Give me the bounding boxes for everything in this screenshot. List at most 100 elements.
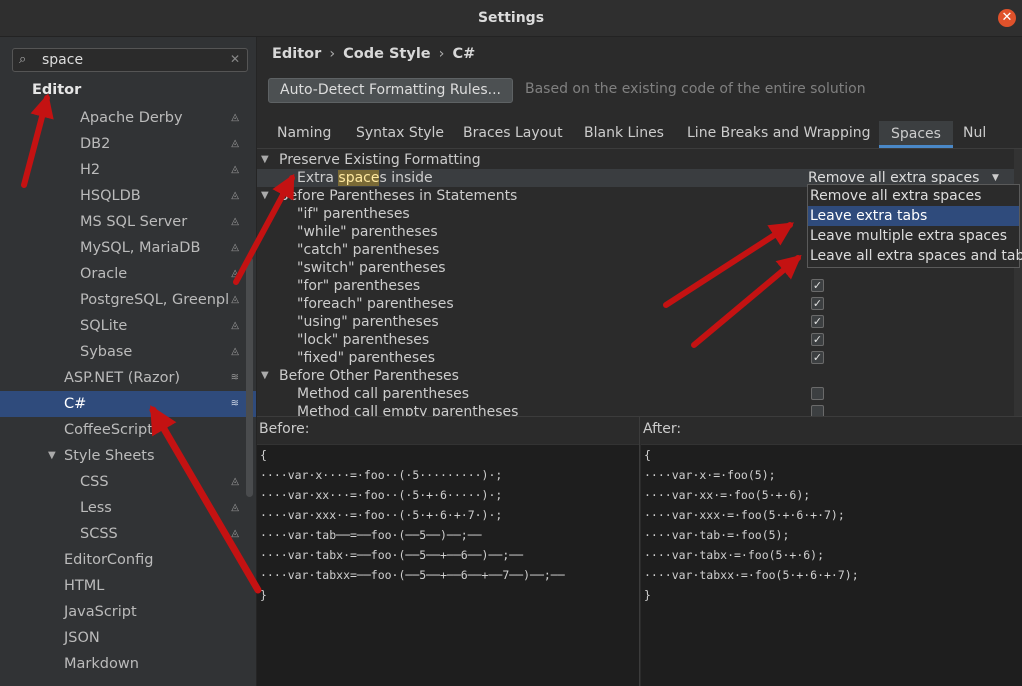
tab-line-breaks[interactable]: Line Breaks and Wrapping xyxy=(687,125,870,141)
breadcrumb-code-style: Code Style xyxy=(343,46,431,62)
checkbox[interactable] xyxy=(811,405,824,416)
tree-item-scss[interactable]: SCSS ◬ xyxy=(0,521,256,547)
tab-syntax-style[interactable]: Syntax Style xyxy=(356,125,444,141)
option-method-call-parentheses[interactable]: Method call parentheses xyxy=(257,385,1014,403)
code-line: ····var·xx···=·foo··(·5·+·6·····)·; xyxy=(260,488,503,502)
tab-naming[interactable]: Naming xyxy=(277,125,331,141)
scheme-icon: ◬ xyxy=(231,502,239,513)
tree-item-mysql[interactable]: MySQL, MariaDB ◬ xyxy=(0,235,256,261)
code-preview: Before: { ····var·x····=·foo··(·5·······… xyxy=(257,416,1022,686)
scheme-icon: ◬ xyxy=(231,190,239,201)
tree-item-javascript[interactable]: JavaScript xyxy=(0,599,256,625)
tree-item-sqlite[interactable]: SQLite ◬ xyxy=(0,313,256,339)
option-using-parentheses[interactable]: "using" parentheses ✓ xyxy=(257,313,1014,331)
dropdown-option-leave-all[interactable]: Leave all extra spaces and tabs xyxy=(808,246,1022,266)
dropdown-option-remove-all[interactable]: Remove all extra spaces xyxy=(808,186,1019,206)
group-preserve-formatting[interactable]: ▼ Preserve Existing Formatting xyxy=(257,151,1014,169)
tree-item-json[interactable]: JSON xyxy=(0,625,256,651)
close-icon[interactable]: ✕ xyxy=(998,9,1016,27)
chevron-down-icon[interactable]: ▼ xyxy=(48,443,56,469)
chevron-down-icon[interactable]: ▼ xyxy=(261,151,269,169)
tab-braces-layout[interactable]: Braces Layout xyxy=(463,125,563,141)
option-method-call-empty-parentheses[interactable]: Method call empty parentheses xyxy=(257,403,1014,416)
layers-icon: ≋ xyxy=(230,398,239,409)
tab-spaces[interactable]: Spaces xyxy=(879,121,953,148)
tree-item-hsqldb[interactable]: HSQLDB ◬ xyxy=(0,183,256,209)
tree-item-db2[interactable]: DB2 ◬ xyxy=(0,131,256,157)
code-line: ····var·tabx·=·foo(5·+·6); xyxy=(644,548,825,562)
code-line: } xyxy=(260,588,267,602)
tree-item-label: MS SQL Server xyxy=(80,214,188,230)
tree-item-label: Oracle xyxy=(80,266,128,282)
option-label: Method call empty parentheses xyxy=(297,404,519,416)
checkbox[interactable]: ✓ xyxy=(811,279,824,292)
search-icon: ⌕ xyxy=(19,52,27,67)
option-for-parentheses[interactable]: "for" parentheses ✓ xyxy=(257,277,1014,295)
option-label-pre: Extra xyxy=(297,170,339,186)
tree-item-oracle[interactable]: Oracle ◬ xyxy=(0,261,256,287)
scheme-icon: ◬ xyxy=(231,268,239,279)
tree-item-less[interactable]: Less ◬ xyxy=(0,495,256,521)
code-line: ····var·tabxx·=·foo(5·+·6·+·7); xyxy=(644,568,859,582)
option-label: "foreach" parentheses xyxy=(297,296,454,312)
dropdown-option-leave-multiple[interactable]: Leave multiple extra spaces xyxy=(808,226,1019,246)
group-label: Before Parentheses in Statements xyxy=(279,188,518,204)
tree-item-label: JavaScript xyxy=(64,604,137,620)
tree-item-html[interactable]: HTML xyxy=(0,573,256,599)
checkbox[interactable]: ✓ xyxy=(811,351,824,364)
tree-item-style-sheets[interactable]: ▼ Style Sheets xyxy=(0,443,256,469)
tree-item-label: SCSS xyxy=(80,526,118,542)
tree-item-label: Apache Derby xyxy=(80,110,183,126)
search-input[interactable]: space xyxy=(42,52,83,68)
option-foreach-parentheses[interactable]: "foreach" parentheses ✓ xyxy=(257,295,1014,313)
group-before-other-parentheses[interactable]: ▼ Before Other Parentheses xyxy=(257,367,1014,385)
tree-item-label: HTML xyxy=(64,578,105,594)
code-line: ····var·tab·=·foo(5); xyxy=(644,528,790,542)
checkbox[interactable]: ✓ xyxy=(811,297,824,310)
code-line: ····var·tabx·=──foo·(──5──+──6──)──;── xyxy=(260,548,524,562)
option-label: "lock" parentheses xyxy=(297,332,430,348)
tree-item-postgresql[interactable]: PostgreSQL, Greenpl ◬ xyxy=(0,287,256,313)
tree-item-editor[interactable]: Editor xyxy=(0,77,256,103)
option-fixed-parentheses[interactable]: "fixed" parentheses ✓ xyxy=(257,349,1014,367)
tree-item-label: EditorConfig xyxy=(64,552,154,568)
tree-item-label: H2 xyxy=(80,162,101,178)
tree-item-csharp[interactable]: C# ≋ xyxy=(0,391,256,417)
before-code: { ····var·x····=·foo··(·5·········)·; ··… xyxy=(257,444,639,686)
sidebar-scrollbar[interactable] xyxy=(246,257,253,497)
tree-item-aspnet-razor[interactable]: ASP.NET (Razor) ≋ xyxy=(0,365,256,391)
tree-item-apache-derby[interactable]: Apache Derby ◬ xyxy=(0,105,256,131)
code-line: ····var·xxx·=·foo(5·+·6·+·7); xyxy=(644,508,845,522)
tree-item-sybase[interactable]: Sybase ◬ xyxy=(0,339,256,365)
tree-item-coffeescript[interactable]: CoffeeScript xyxy=(0,417,256,443)
checkbox[interactable]: ✓ xyxy=(811,315,824,328)
tree-item-editorconfig[interactable]: EditorConfig xyxy=(0,547,256,573)
checkbox[interactable] xyxy=(811,387,824,400)
tree-item-label: Sybase xyxy=(80,344,133,360)
code-line: { xyxy=(260,448,267,462)
auto-detect-button[interactable]: Auto-Detect Formatting Rules... xyxy=(268,78,513,103)
tree-item-markdown[interactable]: Markdown xyxy=(0,651,256,677)
option-label: "for" parentheses xyxy=(297,278,421,294)
tab-blank-lines[interactable]: Blank Lines xyxy=(584,125,664,141)
tree-item-ms-sql-server[interactable]: MS SQL Server ◬ xyxy=(0,209,256,235)
tree-item-css[interactable]: CSS ◬ xyxy=(0,469,256,495)
tree-item-h2[interactable]: H2 ◬ xyxy=(0,157,256,183)
search-field[interactable]: ⌕ space ✕ xyxy=(12,48,248,72)
option-lock-parentheses[interactable]: "lock" parentheses ✓ xyxy=(257,331,1014,349)
chevron-down-icon[interactable]: ▼ xyxy=(261,187,269,205)
code-line: ····var·x·=·foo(5); xyxy=(644,468,776,482)
clear-search-icon[interactable]: ✕ xyxy=(230,52,240,66)
tab-more[interactable]: Nul xyxy=(963,125,986,141)
tree-item-label: DB2 xyxy=(80,136,111,152)
dropdown-option-leave-tabs[interactable]: Leave extra tabs xyxy=(808,206,1019,226)
breadcrumb-separator: › xyxy=(329,46,336,62)
tree-item-label: Less xyxy=(80,500,112,516)
settings-main: Editor › Code Style › C# Auto-Detect Formatt… xyxy=(257,37,1022,686)
option-label-post: s inside xyxy=(379,170,433,186)
checkbox[interactable]: ✓ xyxy=(811,333,824,346)
group-label: Preserve Existing Formatting xyxy=(279,152,481,168)
tree-item-label: PostgreSQL, Greenpl xyxy=(80,292,230,308)
breadcrumb: Editor › Code Style › C# xyxy=(272,46,475,62)
chevron-down-icon[interactable]: ▼ xyxy=(261,367,269,385)
